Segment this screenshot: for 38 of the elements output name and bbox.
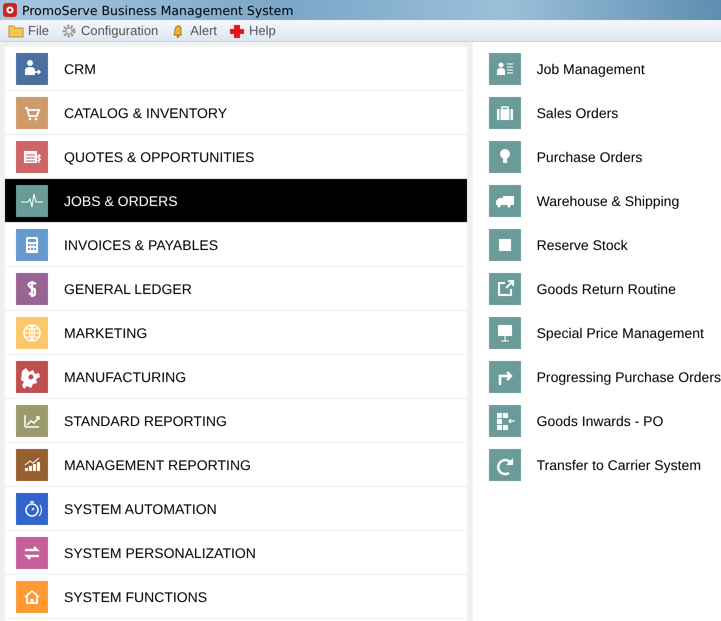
- menu-item[interactable]: Configuration: [58, 22, 166, 38]
- sign-icon: [488, 317, 521, 349]
- gear-icon: [60, 22, 77, 38]
- help-cross-icon: [229, 22, 246, 38]
- lightbulb-icon: [488, 141, 521, 173]
- module-item[interactable]: SYSTEM FUNCTIONS: [5, 575, 467, 619]
- module-item[interactable]: SYSTEM PERSONALIZATION: [5, 531, 467, 575]
- module-item[interactable]: JOBS & ORDERS: [5, 179, 467, 223]
- action-link[interactable]: Goods Return Routine: [536, 281, 676, 297]
- action-link[interactable]: Progressing Purchase Orders: [536, 369, 721, 385]
- external-link-icon: [488, 273, 521, 305]
- action-link[interactable]: Transfer to Carrier System: [536, 457, 701, 473]
- module-item[interactable]: GENERAL LEDGER: [5, 267, 467, 311]
- action-link[interactable]: Special Price Management: [536, 325, 704, 341]
- briefcase-icon: [488, 97, 521, 129]
- square-icon: [488, 229, 521, 261]
- app-logo-icon: [3, 3, 17, 17]
- module-item[interactable]: MANAGEMENT REPORTING: [5, 443, 467, 487]
- module-item[interactable]: MARKETING: [5, 311, 467, 355]
- module-item[interactable]: MANUFACTURING: [5, 355, 467, 399]
- truck-icon: [488, 185, 521, 217]
- menu-item[interactable]: Help: [227, 22, 284, 38]
- module-item[interactable]: INVOICES & PAYABLES: [5, 223, 467, 267]
- action-link[interactable]: Purchase Orders: [536, 149, 642, 165]
- action-link[interactable]: Sales Orders: [536, 105, 618, 121]
- folder-icon: [8, 22, 24, 38]
- module-item[interactable]: CRM: [5, 47, 467, 91]
- menu-item[interactable]: Alert: [168, 22, 226, 38]
- action-link[interactable]: Reserve Stock: [536, 237, 628, 253]
- person-list-icon: [488, 53, 521, 85]
- module-item[interactable]: SYSTEM AUTOMATION: [5, 487, 467, 531]
- window-title: PromoServe Business Management System: [22, 2, 294, 18]
- module-item[interactable]: CATALOG & INVENTORY: [5, 91, 467, 135]
- menu-item[interactable]: File: [6, 22, 57, 38]
- module-item[interactable]: STANDARD REPORTING: [5, 399, 467, 443]
- action-link[interactable]: Warehouse & Shipping: [536, 193, 680, 209]
- action-link[interactable]: Job Management: [536, 61, 645, 77]
- action-link[interactable]: Goods Inwards - PO: [536, 413, 664, 429]
